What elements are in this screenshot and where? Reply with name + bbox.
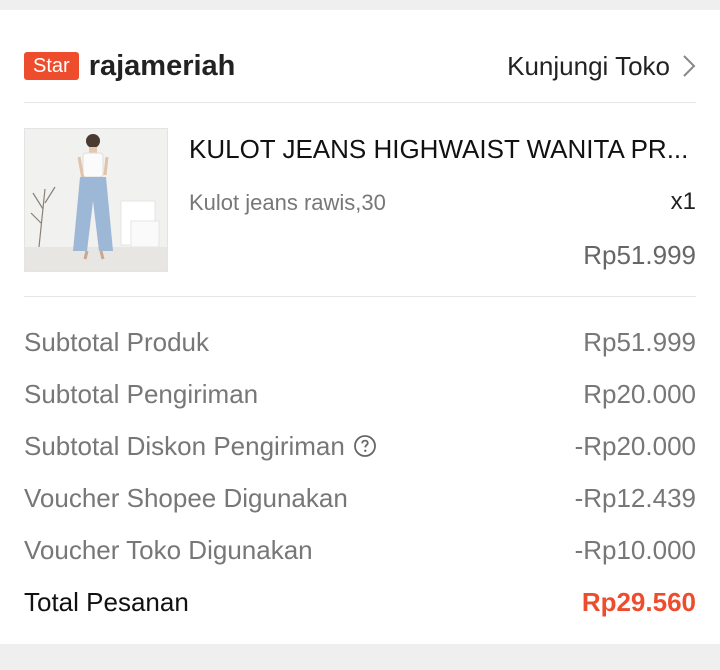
product-quantity: x1 [670,188,696,215]
summary-label: Voucher Shopee Digunakan [24,482,348,513]
summary-row-subtotal-pengiriman: Subtotal Pengiriman Rp20.000 [24,368,696,420]
total-value: Rp29.560 [581,586,696,617]
divider [24,102,696,103]
visit-shop-link[interactable]: Kunjungi Toko [507,51,696,82]
total-label: Total Pesanan [24,586,189,617]
top-spacer [0,0,720,10]
shop-name[interactable]: rajameriah [89,50,236,83]
chevron-right-icon [682,54,696,78]
star-seller-badge: Star [24,52,79,80]
summary-value: -Rp10.000 [574,534,696,565]
product-variant: Kulot jeans rawis,30 [189,190,386,215]
summary-label: Subtotal Produk [24,326,210,357]
visit-shop-label: Kunjungi Toko [507,50,670,81]
summary-row-subtotal-produk: Subtotal Produk Rp51.999 [24,316,696,368]
product-item[interactable]: KULOT JEANS HIGHWAIST WANITA PR... Kulot… [24,127,696,273]
question-circle-icon[interactable] [353,434,377,458]
order-summary: Subtotal Produk Rp51.999 Subtotal Pengir… [24,316,696,628]
product-price: Rp51.999 [583,240,696,270]
summary-label: Subtotal Diskon Pengiriman [24,430,345,461]
order-card: Star rajameriah Kunjungi Toko KULOT JEAN… [0,10,720,644]
summary-value: Rp51.999 [583,326,696,357]
summary-row-voucher-toko: Voucher Toko Digunakan -Rp10.000 [24,524,696,576]
product-thumbnail[interactable] [24,128,168,272]
summary-value: -Rp20.000 [574,430,696,461]
summary-row-diskon-pengiriman: Subtotal Diskon Pengiriman -Rp20.000 [24,420,696,472]
summary-value: Rp20.000 [583,378,696,409]
summary-label: Voucher Toko Digunakan [24,534,313,565]
shop-header: Star rajameriah Kunjungi Toko [24,30,696,102]
summary-row-total: Total Pesanan Rp29.560 [24,576,696,628]
bottom-spacer [0,644,720,670]
summary-label-wrap: Subtotal Diskon Pengiriman [24,431,377,462]
summary-label: Subtotal Pengiriman [24,378,259,409]
summary-value: -Rp12.439 [574,482,696,513]
summary-row-voucher-shopee: Voucher Shopee Digunakan -Rp12.439 [24,472,696,524]
divider [24,296,696,297]
product-name[interactable]: KULOT JEANS HIGHWAIST WANITA PR... [189,134,696,165]
